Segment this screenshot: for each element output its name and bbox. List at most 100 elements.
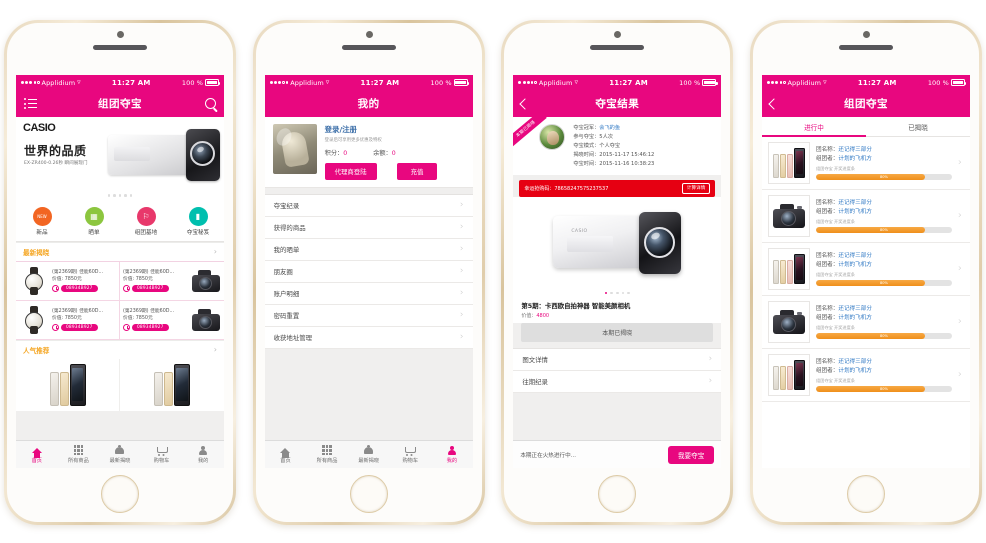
screenshot-stage: Applidium ▿ 11:27 AM 100 % 组团夺宝 CASIO 世界…: [0, 0, 986, 543]
phone-screen-4: Applidium ▿ 11:27 AM 100 % 组团夺宝 进行中 已揭晓: [761, 75, 970, 468]
tab-latest[interactable]: 最新揭晓: [99, 441, 141, 468]
menu-item-my-shaidan[interactable]: 我的晒单 ›: [264, 239, 473, 261]
recommend-card[interactable]: [16, 358, 120, 411]
tab-cart[interactable]: 购物车: [389, 441, 431, 468]
banner-pager[interactable]: [16, 191, 224, 201]
phone-device-3: Applidium ▿ 11:27 AM 100 % 夺宝结果 本期已揭晓 夺宝…: [501, 20, 734, 525]
menu-item-account-detail[interactable]: 账户明细 ›: [264, 283, 473, 305]
revealed-button[interactable]: 本期已揭晓: [521, 323, 714, 343]
wifi-icon: ▿: [77, 78, 81, 86]
menu-item-records[interactable]: 夺宝纪录 ›: [264, 195, 473, 217]
tab-latest[interactable]: 最新揭晓: [348, 441, 390, 468]
product-card[interactable]: (第2369期) 佳能60D... 价值: 7850元 08934B927: [120, 262, 224, 301]
content-3: 本期已揭晓 夺宝冠军：会飞的鱼 参与夺宝：5人次 夺宝模式：个人夺宝 揭晓时间：…: [513, 117, 722, 440]
tab-all-products[interactable]: 所有商品: [58, 441, 100, 468]
group-owner-value: 计划的飞机方: [838, 208, 872, 215]
home-button[interactable]: [598, 475, 637, 513]
menu-item-won-goods[interactable]: 获得的商品 ›: [264, 217, 473, 239]
group-row[interactable]: 团名称：还记得三部分 组团者：计划的飞机方 组团夺宝 开奖进度条 80% ›: [761, 296, 970, 349]
menu-item-password-reset[interactable]: 密码重置 ›: [264, 305, 473, 327]
group-name-label: 团名称：: [815, 305, 839, 312]
product-code: 08934B927: [61, 285, 98, 293]
image-pager[interactable]: [513, 288, 722, 299]
battery-icon: [702, 79, 718, 86]
menu-item-address[interactable]: 收获地址管理 ›: [264, 327, 473, 349]
chevron-right-icon: ›: [957, 263, 962, 274]
menu-item-friends[interactable]: 朋友圈 ›: [264, 261, 473, 283]
link-item-history[interactable]: 往期纪录 ›: [513, 371, 722, 394]
product-image-area[interactable]: CASIO TRYX: [513, 196, 722, 289]
group-owner-label: 组团者：: [815, 367, 839, 374]
product-name: (第2369期) 佳能60D...: [123, 309, 175, 315]
link-label: 图文详情: [522, 356, 548, 365]
back-button[interactable]: [768, 90, 780, 117]
chevron-right-icon: ›: [213, 344, 217, 354]
wifi-icon: ▿: [574, 78, 578, 86]
avatar[interactable]: [272, 124, 317, 174]
lucky-code-bar: 幸运抢购码：78658247575237537 计算详情: [519, 179, 716, 197]
group-row[interactable]: 团名称：还记得三部分 组团者：计划的飞机方 组团夺宝 开奖进度条 80% ›: [761, 349, 970, 402]
winner-value: 5人次: [599, 133, 613, 140]
login-register-link[interactable]: 登录/注册: [325, 124, 465, 135]
status-time: 11:27 AM: [609, 78, 648, 87]
detail-link-list: 图文详情 › 往期纪录 ›: [513, 348, 722, 394]
tab-profile[interactable]: 我的: [182, 441, 224, 468]
group-row[interactable]: 团名称：还记得三部分 组团者：计划的飞机方 组团夺宝 开奖进度条 80% ›: [761, 190, 970, 243]
quicknav-item-group-base[interactable]: ⚐ 组团基地: [120, 206, 172, 236]
back-button[interactable]: [519, 90, 531, 117]
product-card[interactable]: (第2369期) 佳能60D... 价值: 7850元 08934B927: [120, 301, 224, 340]
home-button[interactable]: [101, 475, 139, 513]
earpiece-icon: [93, 45, 147, 50]
tab-bar-1: 首页 所有商品 最新揭晓 购物车 我的: [16, 440, 224, 468]
join-now-button[interactable]: 我要夺宝: [667, 445, 715, 464]
search-button[interactable]: [205, 90, 216, 117]
content-2: 登录/注册 登录后可享用更多优惠及特权 积分：0 余额：0 代理商登陆 充值 夺…: [264, 117, 473, 440]
home-button[interactable]: [349, 475, 388, 513]
group-row[interactable]: 团名称：还记得三部分 组团者：计划的飞机方 组团夺宝 开奖进度条 80% ›: [761, 243, 970, 296]
nav-bar-1: 组团夺宝: [16, 90, 224, 117]
tab-home[interactable]: 首页: [16, 441, 58, 468]
home-icon: [280, 445, 291, 458]
link-item-detail[interactable]: 图文详情 ›: [513, 349, 722, 372]
tab-profile[interactable]: 我的: [431, 441, 473, 468]
tab-cart[interactable]: 购物车: [141, 441, 183, 468]
tab-revealed[interactable]: 已揭晓: [866, 117, 970, 136]
quicknav-item-new[interactable]: NEW 新品: [16, 206, 68, 236]
points-stat: 积分：0: [325, 148, 348, 157]
quicknav-item-guide[interactable]: ▮ 夺宝秘笈: [172, 206, 224, 236]
product-card[interactable]: (第2369期) 佳能60D... 价值: 7850元 08934B927: [16, 261, 120, 301]
product-title: 第5期：卡西欧自拍神器 智能美颜相机: [513, 298, 722, 311]
product-card[interactable]: (第2369期) 佳能60D... 价值: 7850元 08934B927: [16, 300, 120, 340]
price-value: 4800: [536, 313, 550, 320]
winner-row: 夺宝时间：2015-11-16 10:38:23: [573, 160, 713, 169]
product-thumb-watch: [19, 305, 49, 335]
recommend-card[interactable]: [120, 359, 224, 411]
front-camera-icon: [862, 31, 870, 38]
menu-button[interactable]: [24, 90, 37, 117]
section-header-latest[interactable]: 最新揭晓 ›: [16, 241, 224, 261]
home-button[interactable]: [846, 475, 885, 513]
wifi-icon: ▿: [823, 78, 827, 86]
page-title-2: 我的: [357, 98, 380, 110]
tab-label: 我的: [446, 458, 458, 465]
winner-avatar[interactable]: [539, 124, 566, 150]
tab-all-products[interactable]: 所有商品: [306, 441, 348, 468]
progress-caption: 组团夺宝 开奖进度条: [815, 378, 855, 384]
phone-screen-2: Applidium ▿ 11:27 AM 100 % 我的 登录/注册 登录后可…: [264, 75, 473, 468]
tab-home[interactable]: 首页: [265, 441, 307, 468]
phone-speaker-area-2: [256, 23, 482, 75]
hero-banner[interactable]: CASIO 世界的品质 EX-ZR400-0.26秒 瞬间展现门: [16, 117, 224, 191]
recharge-button[interactable]: 充值: [396, 163, 438, 180]
page-title-3: 夺宝结果: [595, 98, 640, 110]
quicknav-item-shaidan[interactable]: ▦ 晒单: [68, 206, 120, 236]
calc-detail-button[interactable]: 计算详情: [681, 182, 711, 194]
flag-icon: ⚐: [136, 206, 156, 226]
group-row[interactable]: 团名称：还记得三部分 组团者：计划的飞机方 组团夺宝 开奖进度条 80% ›: [761, 137, 970, 190]
winner-row: 夺宝模式：个人夺宝: [573, 142, 713, 151]
tab-ongoing[interactable]: 进行中: [761, 117, 866, 137]
winner-value[interactable]: 会飞的鱼: [599, 125, 620, 131]
cart-icon: [156, 445, 168, 456]
agent-login-button[interactable]: 代理商登陆: [324, 163, 377, 180]
section-header-hot[interactable]: 人气推荐 ›: [16, 339, 224, 359]
tab-label: 首页: [31, 458, 42, 465]
